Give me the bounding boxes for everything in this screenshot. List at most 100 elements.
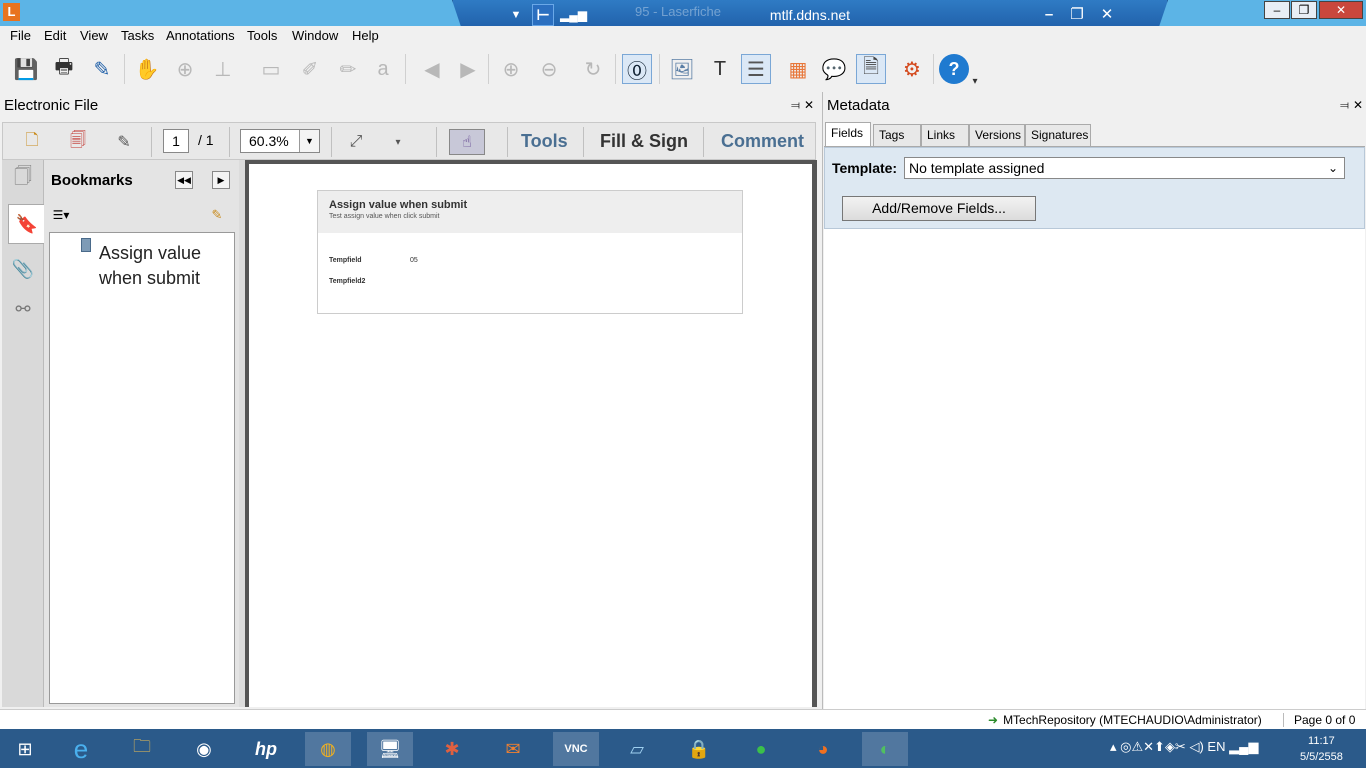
settings-gear-icon[interactable]: ⚙ [897, 54, 927, 84]
zoom-in-tool-icon[interactable]: ⊕ [170, 54, 200, 84]
bookmark-item[interactable]: Assign value when submit [99, 241, 229, 291]
ocr-icon[interactable]: ⓪ [622, 54, 652, 84]
tray-expand-icon[interactable]: ▴ [1110, 739, 1117, 754]
edit-pdf-icon[interactable]: ✎ [111, 129, 137, 155]
bookmarks-panel: Bookmarks ◀◀ ▶ ☰▾ ✎ Assign value when su… [44, 160, 239, 707]
highlighter-icon[interactable]: ✏ [333, 54, 363, 84]
start-button-icon[interactable]: ⊞ [2, 732, 48, 766]
pin-panel-icon[interactable]: ⫤ [791, 98, 800, 113]
restore-button[interactable]: ❐ [1291, 1, 1317, 19]
sticky-note-icon[interactable]: ▭ [256, 54, 286, 84]
scan-icon[interactable]: ✎ [87, 54, 117, 84]
electronic-file-icon[interactable]: 🗎 [856, 54, 886, 84]
new-bookmark-icon[interactable]: ✎ [208, 207, 226, 225]
tray-apps-icon[interactable]: ◎⚠✕⬆◈✂ [1120, 739, 1186, 754]
toolbar-separator [615, 54, 616, 84]
hp-app-icon[interactable]: hp [243, 732, 289, 766]
network-icon[interactable]: ▂▄▆ [1229, 739, 1258, 754]
vnc-close-button[interactable]: ✕ [1096, 4, 1118, 26]
remote-desktop-icon[interactable]: 🖥 [367, 732, 413, 766]
page-number-input[interactable]: 1 [163, 129, 189, 153]
hand-icon[interactable]: ✋ [132, 54, 162, 84]
close-panel-button[interactable]: ✕ [804, 98, 814, 112]
close-panel-button[interactable]: ✕ [1353, 98, 1363, 112]
annotations-icon[interactable]: 💬 [819, 54, 849, 84]
line-app-icon[interactable]: ● [738, 732, 784, 766]
menu-file[interactable]: File [10, 28, 31, 43]
menu-view[interactable]: View [80, 28, 108, 43]
volume-icon[interactable]: ◁) [1189, 739, 1203, 754]
taskbar: ⊞ e 🗀 ◉ hp ◍ 🖥 ✱ ✉ VNC ▱ 🔒 ● ◕ ◐ ▴ ◎⚠✕⬆◈… [0, 729, 1366, 768]
binoculars-icon[interactable]: ⚯ [8, 294, 38, 324]
template-select[interactable]: No template assigned ⌄ [904, 157, 1345, 179]
tab-signatures[interactable]: Signatures [1025, 124, 1091, 146]
vnc-restore-button[interactable]: ❐ [1066, 4, 1088, 26]
collapse-panel-icon[interactable]: ◀◀ [175, 171, 193, 189]
help-icon[interactable]: ? [939, 54, 969, 84]
print-pdf-icon[interactable]: 🗐 [65, 129, 91, 155]
chevron-down-icon[interactable]: ▼ [299, 130, 319, 152]
tools-link[interactable]: Tools [521, 131, 568, 152]
close-button[interactable]: ✕ [1319, 1, 1363, 19]
menu-window[interactable]: Window [292, 28, 338, 43]
more-options-icon[interactable]: ▾ [385, 129, 411, 155]
save-icon[interactable]: 💾 [11, 54, 41, 84]
tab-versions[interactable]: Versions [969, 124, 1025, 146]
options-menu-icon[interactable]: ☰▾ [49, 207, 73, 225]
form-subtitle: Test assign value when click submit [329, 213, 440, 220]
vnc-viewer-icon[interactable]: VNC [553, 732, 599, 766]
image-view-icon[interactable]: 🖼 [667, 54, 697, 84]
attachment-icon[interactable]: 📎 [8, 254, 38, 284]
create-pdf-icon[interactable]: 🗋 [19, 129, 45, 155]
refresh-icon[interactable]: ↻ [578, 54, 608, 84]
chevron-down-icon[interactable]: ⌄ [1328, 158, 1338, 178]
laserfiche-app-icon[interactable]: ◐ [862, 732, 908, 766]
field-label: Tempfield [329, 257, 362, 264]
repository-status: MTechRepository (MTECHAUDIO\Administrato… [988, 713, 1262, 727]
pen-icon[interactable]: ✐ [295, 54, 325, 84]
menu-tools[interactable]: Tools [247, 28, 277, 43]
language-indicator[interactable]: EN [1207, 739, 1225, 754]
read-mode-icon[interactable]: ☝ [449, 129, 485, 155]
fields-view-icon[interactable]: ☰ [741, 54, 771, 84]
chrome-icon[interactable]: ◍ [305, 732, 351, 766]
text-view-icon[interactable]: T [705, 54, 735, 84]
pin-panel-icon[interactable]: ⫤ [1340, 98, 1349, 113]
menu-edit[interactable]: Edit [44, 28, 66, 43]
camera-app-icon[interactable]: ◉ [181, 732, 227, 766]
internet-explorer-icon[interactable]: e [58, 732, 104, 766]
field-value[interactable]: 05 [410, 257, 418, 264]
fit-page-icon[interactable]: ⤢ [343, 129, 369, 155]
stamp-icon[interactable]: ⊥ [208, 54, 238, 84]
tab-fields[interactable]: Fields [825, 122, 871, 146]
zoom-in-icon[interactable]: ⊕ [496, 54, 526, 84]
file-explorer-icon[interactable]: 🗀 [119, 732, 165, 766]
fill-sign-link[interactable]: Fill & Sign [600, 131, 688, 152]
text-box-icon[interactable]: a [368, 54, 398, 84]
expand-panel-icon[interactable]: ▶ [212, 171, 230, 189]
minimize-button[interactable]: – [1264, 1, 1290, 19]
puzzle-app-icon[interactable]: ✱ [429, 732, 475, 766]
page-thumbnails-icon[interactable]: 🗍 [8, 164, 38, 194]
print-icon[interactable]: 🖶 [49, 54, 79, 84]
notes-app-icon[interactable]: ▱ [614, 732, 660, 766]
comment-link[interactable]: Comment [721, 131, 804, 152]
next-page-icon[interactable]: ▶ [453, 54, 483, 84]
zoom-select[interactable]: 60.3% ▼ [240, 129, 320, 153]
vnc-minimize-button[interactable]: – [1038, 4, 1060, 26]
tab-tags[interactable]: Tags [873, 124, 921, 146]
bookmark-icon[interactable]: 🔖 [8, 204, 45, 244]
panel-title: Metadata [827, 97, 890, 114]
clock[interactable]: 11:17 5/5/2558 [1300, 733, 1343, 765]
tab-links[interactable]: Links [921, 124, 969, 146]
menu-tasks[interactable]: Tasks [121, 28, 154, 43]
previous-page-icon[interactable]: ◀ [417, 54, 447, 84]
firefox-icon[interactable]: ◕ [800, 732, 846, 766]
zoom-out-icon[interactable]: ⊖ [534, 54, 564, 84]
add-remove-fields-button[interactable]: Add/Remove Fields... [842, 196, 1036, 221]
lock-app-icon[interactable]: 🔒 [676, 732, 722, 766]
menu-annotations[interactable]: Annotations [166, 28, 235, 43]
thumbnails-icon[interactable]: ▦ [783, 54, 813, 84]
menu-help[interactable]: Help [352, 28, 379, 43]
outlook-icon[interactable]: ✉ [490, 732, 536, 766]
